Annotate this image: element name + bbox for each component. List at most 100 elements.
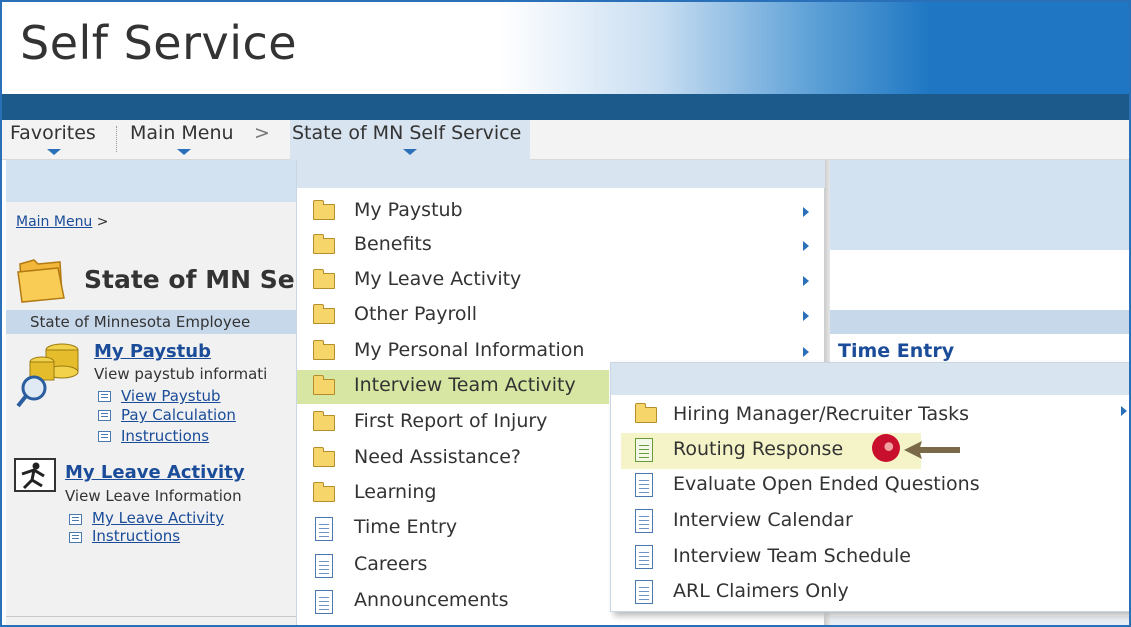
divider bbox=[6, 616, 298, 617]
leave-instructions-link[interactable]: Instructions bbox=[92, 527, 180, 545]
menu-item-label: Other Payroll bbox=[354, 303, 478, 325]
page-icon bbox=[635, 545, 653, 569]
menu-item-label: Need Assistance? bbox=[354, 446, 522, 468]
menu-item-learning[interactable]: Learning bbox=[297, 477, 609, 511]
paystub-tile-title[interactable]: My Paystub bbox=[94, 341, 211, 362]
menu-bar: Favorites Main Menu > State of MN Self S… bbox=[2, 120, 1129, 160]
folder-icon bbox=[313, 200, 335, 220]
chevron-right-icon[interactable] bbox=[803, 207, 809, 217]
window-frame: Self Service Favorites Main Menu > State… bbox=[0, 0, 1131, 627]
menu-item-label: Announcements bbox=[354, 589, 509, 611]
breadcrumb: Main Menu > bbox=[16, 214, 109, 230]
breadcrumb-separator: > bbox=[96, 214, 109, 230]
submenu-item-label: ARL Claimers Only bbox=[673, 580, 849, 602]
submenu-item-label: Evaluate Open Ended Questions bbox=[673, 473, 980, 495]
chevron-right-icon[interactable] bbox=[1121, 406, 1127, 416]
target-marker-icon bbox=[872, 434, 900, 462]
chevron-right-icon[interactable] bbox=[803, 241, 809, 251]
list-icon bbox=[69, 532, 82, 543]
menu-item-announcements[interactable]: Announcements bbox=[297, 585, 609, 619]
right-panel-bottom bbox=[830, 616, 1129, 625]
banner-title: Self Service bbox=[20, 16, 298, 70]
folder-icon bbox=[313, 304, 335, 324]
menu-item-label: Time Entry bbox=[354, 516, 458, 538]
submenu-item-label: Hiring Manager/Recruiter Tasks bbox=[673, 403, 969, 425]
submenu-item-label: Interview Calendar bbox=[673, 509, 853, 531]
folder-icon bbox=[313, 269, 335, 289]
submenu-item-label: Routing Response bbox=[673, 438, 844, 460]
pay-calculation-link[interactable]: Pay Calculation bbox=[121, 406, 236, 424]
folder-icon bbox=[313, 234, 335, 254]
menu-item-need-assistance[interactable]: Need Assistance? bbox=[297, 442, 609, 476]
chevron-down-icon[interactable] bbox=[403, 149, 417, 155]
page-icon bbox=[315, 517, 333, 541]
chevron-right-icon[interactable] bbox=[803, 311, 809, 321]
right-panel-strip bbox=[830, 202, 1129, 250]
list-icon bbox=[98, 431, 111, 442]
menu-state-of-mn-self-service[interactable]: State of MN Self Service bbox=[292, 122, 521, 144]
menu-item-first-report-of-injury[interactable]: First Report of Injury bbox=[297, 406, 609, 440]
menu-item-interview-team-activity[interactable]: Interview Team Activity bbox=[297, 370, 609, 404]
menu-item-my-paystub[interactable]: My Paystub bbox=[297, 195, 609, 229]
page-icon bbox=[635, 438, 653, 462]
paystub-tile-description: View paystub informati bbox=[94, 365, 268, 383]
page-icon bbox=[635, 473, 653, 497]
view-paystub-link[interactable]: View Paystub bbox=[121, 387, 221, 405]
submenu-item-label: Interview Team Schedule bbox=[673, 545, 911, 567]
menu-item-benefits[interactable]: Benefits bbox=[297, 229, 609, 263]
submenu-item-evaluate-open-ended-questions[interactable]: Evaluate Open Ended Questions bbox=[621, 468, 980, 504]
menu-main-menu[interactable]: Main Menu bbox=[130, 122, 234, 144]
header-dark-bar bbox=[2, 94, 1129, 120]
folder-icon bbox=[313, 482, 335, 502]
submenu-item-arl-claimers-only[interactable]: ARL Claimers Only bbox=[621, 575, 921, 611]
employee-label: State of Minnesota Employee bbox=[30, 313, 251, 331]
chevron-down-icon[interactable] bbox=[47, 149, 61, 155]
folder-icon bbox=[313, 340, 335, 360]
menu-item-label: Benefits bbox=[354, 233, 432, 255]
submenu-interview-team-activity: Hiring Manager/Recruiter Tasks Routing R… bbox=[610, 362, 1129, 612]
my-leave-activity-link[interactable]: My Leave Activity bbox=[92, 509, 224, 527]
chevron-right-icon[interactable] bbox=[803, 347, 809, 357]
menu-item-label: First Report of Injury bbox=[354, 410, 548, 432]
menu-separator bbox=[116, 126, 117, 152]
submenu-item-interview-team-schedule[interactable]: Interview Team Schedule bbox=[621, 540, 921, 576]
list-icon bbox=[98, 391, 111, 402]
menu-header-strip bbox=[297, 160, 825, 188]
submenu-item-interview-calendar[interactable]: Interview Calendar bbox=[621, 504, 921, 540]
list-icon bbox=[98, 410, 111, 421]
leave-activity-icon bbox=[14, 458, 56, 492]
paystub-coins-icon bbox=[16, 343, 79, 408]
folder-icon bbox=[635, 403, 657, 423]
header-banner: Self Service bbox=[2, 2, 1129, 94]
submenu-item-hiring-manager-recruiter-tasks[interactable]: Hiring Manager/Recruiter Tasks bbox=[621, 398, 969, 434]
page-icon bbox=[315, 554, 333, 578]
breadcrumb-main-menu-link[interactable]: Main Menu bbox=[16, 214, 92, 230]
folder-icon bbox=[313, 411, 335, 431]
menu-item-my-personal-information[interactable]: My Personal Information bbox=[297, 335, 609, 369]
menu-item-other-payroll[interactable]: Other Payroll bbox=[297, 299, 609, 333]
pointer-arrow-icon bbox=[904, 441, 960, 459]
time-entry-tile-title[interactable]: Time Entry bbox=[838, 340, 954, 362]
leave-tile-title[interactable]: My Leave Activity bbox=[65, 462, 245, 483]
menu-item-careers[interactable]: Careers bbox=[297, 549, 609, 583]
chevron-right-icon[interactable] bbox=[803, 276, 809, 286]
page-icon bbox=[635, 509, 653, 533]
menu-item-my-leave-activity[interactable]: My Leave Activity bbox=[297, 264, 609, 298]
chevron-down-icon[interactable] bbox=[177, 149, 191, 155]
menu-item-label: My Leave Activity bbox=[354, 268, 522, 290]
list-icon bbox=[69, 514, 82, 525]
menu-item-label: My Paystub bbox=[354, 199, 463, 221]
menu-item-label: Learning bbox=[354, 481, 437, 503]
menu-item-time-entry[interactable]: Time Entry bbox=[297, 512, 609, 546]
page-icon bbox=[315, 590, 333, 614]
folder-icon bbox=[17, 259, 65, 303]
paystub-instructions-link[interactable]: Instructions bbox=[121, 427, 209, 445]
page-icon bbox=[635, 580, 653, 604]
folder-icon bbox=[313, 447, 335, 467]
menu-breadcrumb-separator: > bbox=[254, 122, 270, 144]
menu-favorites[interactable]: Favorites bbox=[10, 122, 96, 144]
folder-icon bbox=[313, 375, 335, 395]
leave-tile-description: View Leave Information bbox=[65, 487, 242, 505]
page-title: State of MN Se bbox=[84, 265, 295, 294]
submenu-header-strip bbox=[611, 363, 1129, 395]
